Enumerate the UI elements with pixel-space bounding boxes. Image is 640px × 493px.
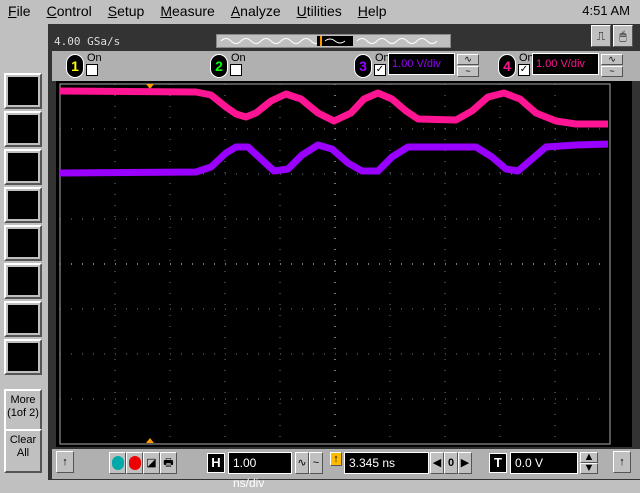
- channel-1-button[interactable]: 1: [66, 54, 84, 78]
- glitch-icon: [8, 191, 38, 219]
- delay-right-button[interactable]: ▶: [458, 452, 472, 474]
- trigger-pattern-button[interactable]: [4, 225, 42, 261]
- run-icon: [111, 456, 124, 470]
- timebase-field[interactable]: 1.00 ns/div: [228, 452, 292, 490]
- menu-utilities[interactable]: Utilities: [289, 3, 350, 19]
- trigger-button[interactable]: T: [489, 453, 507, 473]
- scroll-right-up-button[interactable]: ↑: [613, 451, 631, 473]
- equivalent-mode-button[interactable]: ~: [309, 452, 323, 474]
- timeout-icon: [8, 343, 38, 371]
- pulse-icon: [8, 153, 38, 181]
- trigger-state-button[interactable]: [4, 263, 42, 299]
- trigger-glitch-button[interactable]: [4, 187, 42, 223]
- channel-2-on-checkbox[interactable]: [230, 64, 242, 76]
- trigger-position-marker-bottom: [146, 438, 154, 443]
- clear-all-button[interactable]: Clear All: [4, 429, 42, 473]
- channel-4-coupling-dc-button[interactable]: ~: [601, 66, 623, 77]
- menu-help[interactable]: Help: [350, 3, 395, 19]
- channel-3-coupling-ac-button[interactable]: ∿: [457, 54, 479, 65]
- clock: 4:51 AM: [582, 3, 630, 18]
- menu-measure[interactable]: Measure: [152, 3, 222, 19]
- channel-4-coupling-ac-button[interactable]: ∿: [601, 54, 623, 65]
- rising-edge-icon: [8, 77, 38, 105]
- channel-2-on-label: On: [231, 52, 246, 64]
- waveform-mode-button[interactable]: ⎍: [591, 25, 611, 47]
- single-button[interactable]: ◪: [143, 452, 160, 474]
- mouse-mode-button[interactable]: 🖱: [613, 25, 633, 47]
- trigger-delay-button[interactable]: [4, 301, 42, 337]
- waveform-overview[interactable]: [216, 34, 451, 48]
- channel-4-scale[interactable]: 1.00 V/div: [532, 53, 599, 75]
- menu-file[interactable]: File: [0, 3, 39, 19]
- channel-1-on-checkbox[interactable]: [86, 64, 98, 76]
- trigger-timeout-button[interactable]: [4, 339, 42, 375]
- realtime-mode-button[interactable]: ∿: [295, 452, 309, 474]
- channel-4-on-checkbox[interactable]: ✓: [518, 64, 530, 76]
- delay-zero-button[interactable]: 0: [444, 452, 458, 474]
- channel-1-on-label: On: [87, 52, 102, 64]
- graticule: [59, 83, 611, 445]
- channel-3-trace: [59, 140, 609, 177]
- channel-bar: 1 On 2 On 3 On ✓ 1.00 V/div ∿ ~ 4 On ✓ 1…: [52, 51, 640, 81]
- menu-analyze[interactable]: Analyze: [223, 3, 289, 19]
- channel-3-button[interactable]: 3: [354, 54, 372, 78]
- horizontal-button[interactable]: H: [207, 453, 225, 473]
- trigger-level-field[interactable]: 0.0 V: [510, 452, 578, 474]
- channel-3-on-checkbox[interactable]: ✓: [374, 64, 386, 76]
- trigger-rising-edge-button[interactable]: [4, 73, 42, 109]
- channel-3-coupling-dc-button[interactable]: ~: [457, 66, 479, 77]
- more-button[interactable]: More (1of 2): [4, 389, 42, 433]
- stop-button[interactable]: [126, 452, 143, 474]
- menu-setup[interactable]: Setup: [100, 3, 153, 19]
- menu-control[interactable]: Control: [39, 3, 100, 19]
- bottom-toolbar: ↑ ◪ 🖶 H 1.00 ns/div ∿ ~ ↑ 3.345 ns ◀ 0 ▶…: [52, 449, 640, 490]
- waveform-display[interactable]: [56, 81, 632, 447]
- falling-edge-icon: [8, 115, 38, 143]
- pattern-icon: [8, 229, 38, 257]
- print-button[interactable]: 🖶: [160, 452, 177, 474]
- delay-reference-icon[interactable]: ↑: [330, 452, 342, 466]
- stop-icon: [128, 456, 141, 470]
- delay-left-button[interactable]: ◀: [430, 452, 444, 474]
- channel-3-scale[interactable]: 1.00 V/div: [388, 53, 455, 75]
- menu-bar: File Control Setup Measure Analyze Utili…: [0, 0, 640, 22]
- scroll-up-button[interactable]: ↑: [56, 451, 74, 473]
- channel-2-button[interactable]: 2: [210, 54, 228, 78]
- trigger-level-down-button[interactable]: ▼: [580, 463, 598, 474]
- trigger-pulse-width-button[interactable]: [4, 149, 42, 185]
- delay-icon: [8, 305, 38, 333]
- state-icon: [8, 267, 38, 295]
- trigger-panel: More (1of 2) Clear All: [0, 24, 48, 480]
- sample-rate: 4.00 GSa/s: [54, 35, 121, 48]
- trigger-falling-edge-button[interactable]: [4, 111, 42, 147]
- delay-field[interactable]: 3.345 ns: [344, 452, 429, 474]
- run-button[interactable]: [109, 452, 126, 474]
- channel-4-button[interactable]: 4: [498, 54, 516, 78]
